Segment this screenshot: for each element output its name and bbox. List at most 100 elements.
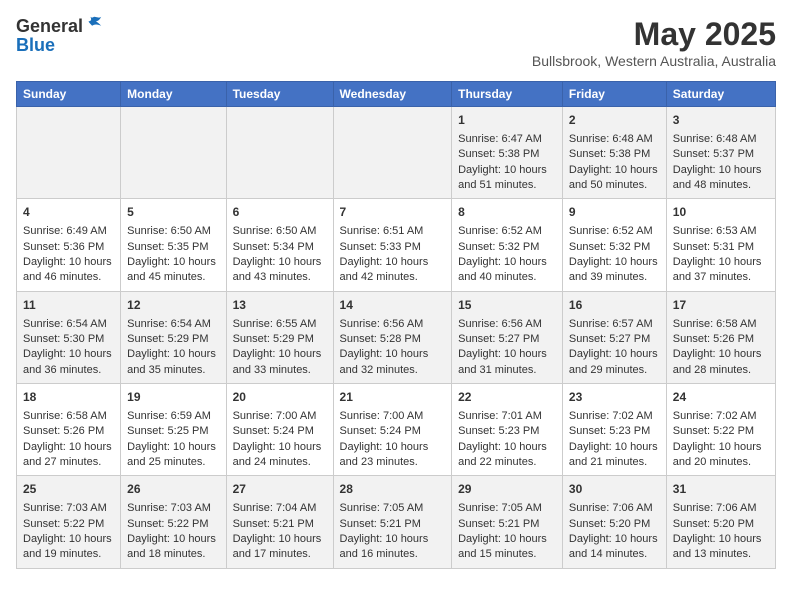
calendar-cell: 15Sunrise: 6:56 AMSunset: 5:27 PMDayligh… [452, 291, 563, 383]
day-info: Sunset: 5:27 PM [569, 332, 660, 347]
day-info: Daylight: 10 hours and 40 minutes. [458, 255, 556, 286]
logo-blue-text: Blue [16, 35, 103, 56]
day-info: Sunset: 5:23 PM [458, 424, 556, 439]
day-info: Sunrise: 6:59 AM [127, 409, 219, 424]
calendar-cell: 16Sunrise: 6:57 AMSunset: 5:27 PMDayligh… [562, 291, 666, 383]
day-number: 20 [233, 389, 327, 406]
day-header-tuesday: Tuesday [226, 82, 333, 107]
day-info: Sunrise: 6:50 AM [233, 224, 327, 239]
calendar-cell: 8Sunrise: 6:52 AMSunset: 5:32 PMDaylight… [452, 199, 563, 291]
calendar-cell: 14Sunrise: 6:56 AMSunset: 5:28 PMDayligh… [333, 291, 452, 383]
day-info: Sunrise: 6:56 AM [458, 317, 556, 332]
day-info: Daylight: 10 hours and 16 minutes. [340, 532, 446, 563]
calendar-cell: 25Sunrise: 7:03 AMSunset: 5:22 PMDayligh… [17, 476, 121, 568]
day-number: 13 [233, 297, 327, 314]
calendar-cell: 1Sunrise: 6:47 AMSunset: 5:38 PMDaylight… [452, 107, 563, 199]
day-number: 21 [340, 389, 446, 406]
day-info: Sunrise: 7:06 AM [569, 501, 660, 516]
day-info: Sunset: 5:29 PM [127, 332, 219, 347]
day-info: Daylight: 10 hours and 36 minutes. [23, 347, 114, 378]
day-info: Sunset: 5:34 PM [233, 240, 327, 255]
day-number: 26 [127, 481, 219, 498]
main-title: May 2025 [532, 16, 776, 53]
day-info: Sunset: 5:25 PM [127, 424, 219, 439]
day-info: Sunset: 5:23 PM [569, 424, 660, 439]
day-number: 5 [127, 204, 219, 221]
day-info: Sunset: 5:22 PM [23, 517, 114, 532]
day-info: Sunrise: 6:58 AM [673, 317, 769, 332]
calendar-cell: 28 Sunrise: 7:05 AMSunset: 5:21 PMDayligh… [333, 476, 452, 568]
calendar-cell: 23Sunrise: 7:02 AMSunset: 5:23 PMDayligh… [562, 384, 666, 476]
day-info: Sunrise: 6:57 AM [569, 317, 660, 332]
calendar-cell: 11Sunrise: 6:54 AMSunset: 5:30 PMDayligh… [17, 291, 121, 383]
day-number: 3 [673, 112, 769, 129]
day-number: 2 [569, 112, 660, 129]
day-info: Sunset: 5:24 PM [340, 424, 446, 439]
day-info: Sunrise: 7:05 AM [340, 501, 446, 516]
day-info: Sunset: 5:21 PM [233, 517, 327, 532]
day-number: 4 [23, 204, 114, 221]
day-info: Daylight: 10 hours and 20 minutes. [673, 440, 769, 471]
day-info: Daylight: 10 hours and 46 minutes. [23, 255, 114, 286]
day-info: Sunrise: 6:53 AM [673, 224, 769, 239]
day-info: Sunset: 5:38 PM [458, 147, 556, 162]
day-info: Sunrise: 6:52 AM [458, 224, 556, 239]
day-info: Daylight: 10 hours and 13 minutes. [673, 532, 769, 563]
day-number: 18 [23, 389, 114, 406]
day-info: Sunset: 5:20 PM [569, 517, 660, 532]
calendar-cell: 6Sunrise: 6:50 AMSunset: 5:34 PMDaylight… [226, 199, 333, 291]
day-header-thursday: Thursday [452, 82, 563, 107]
day-info: Sunset: 5:31 PM [673, 240, 769, 255]
day-info: Sunset: 5:26 PM [23, 424, 114, 439]
day-info: Sunrise: 7:04 AM [233, 501, 327, 516]
day-info: Sunset: 5:20 PM [673, 517, 769, 532]
page-header: General Blue May 2025 Bullsbrook, Wester… [16, 16, 776, 69]
day-number: 28 [340, 481, 446, 498]
day-info: Daylight: 10 hours and 33 minutes. [233, 347, 327, 378]
day-info: Sunrise: 6:49 AM [23, 224, 114, 239]
day-number: 10 [673, 204, 769, 221]
logo-bird-icon [85, 15, 103, 33]
day-info: Sunset: 5:22 PM [673, 424, 769, 439]
day-info: Daylight: 10 hours and 39 minutes. [569, 255, 660, 286]
calendar-cell: 9Sunrise: 6:52 AMSunset: 5:32 PMDaylight… [562, 199, 666, 291]
day-info: Sunset: 5:36 PM [23, 240, 114, 255]
day-number: 15 [458, 297, 556, 314]
calendar-cell: 29Sunrise: 7:05 AMSunset: 5:21 PMDayligh… [452, 476, 563, 568]
calendar-cell: 17Sunrise: 6:58 AMSunset: 5:26 PMDayligh… [666, 291, 775, 383]
day-number: 9 [569, 204, 660, 221]
day-number: 8 [458, 204, 556, 221]
calendar-cell: 20Sunrise: 7:00 AMSunset: 5:24 PMDayligh… [226, 384, 333, 476]
day-info: Sunrise: 7:03 AM [23, 501, 114, 516]
calendar-cell: 2Sunrise: 6:48 AMSunset: 5:38 PMDaylight… [562, 107, 666, 199]
calendar-week-row: 18 Sunrise: 6:58 AMSunset: 5:26 PM Dayligh… [17, 384, 776, 476]
day-info: Sunset: 5:28 PM [340, 332, 446, 347]
day-info: Sunrise: 6:47 AM [458, 132, 556, 147]
day-number: 12 [127, 297, 219, 314]
day-info: Sunset: 5:22 PM [127, 517, 219, 532]
day-info: Sunrise: 6:50 AM [127, 224, 219, 239]
day-info: Daylight: 10 hours and 14 minutes. [569, 532, 660, 563]
day-number: 27 [233, 481, 327, 498]
calendar-cell: 21Sunrise: 7:00 AMSunset: 5:24 PMDayligh… [333, 384, 452, 476]
day-number: 1 [458, 112, 556, 129]
day-info: Daylight: 10 hours and 43 minutes. [233, 255, 327, 286]
day-header-monday: Monday [121, 82, 226, 107]
day-info: Sunset: 5:21 PM [340, 517, 446, 532]
day-header-saturday: Saturday [666, 82, 775, 107]
day-number: 24 [673, 389, 769, 406]
day-info: Daylight: 10 hours and 32 minutes. [340, 347, 446, 378]
day-info: Daylight: 10 hours and 37 minutes. [673, 255, 769, 286]
day-info: Sunset: 5:30 PM [23, 332, 114, 347]
day-info: Sunrise: 7:02 AM [569, 409, 660, 424]
calendar-cell: 19Sunrise: 6:59 AMSunset: 5:25 PMDayligh… [121, 384, 226, 476]
day-number: 30 [569, 481, 660, 498]
day-info: Sunrise: 6:58 AM [23, 409, 114, 424]
day-info: Sunrise: 6:48 AM [673, 132, 769, 147]
day-number: 7 [340, 204, 446, 221]
day-info: Daylight: 10 hours and 48 minutes. [673, 163, 769, 194]
calendar-cell: 27Sunrise: 7:04 AMSunset: 5:21 PMDayligh… [226, 476, 333, 568]
day-number: 25 [23, 481, 114, 498]
day-info: Daylight: 10 hours and 21 minutes. [569, 440, 660, 471]
logo-general-text: General [16, 16, 83, 37]
